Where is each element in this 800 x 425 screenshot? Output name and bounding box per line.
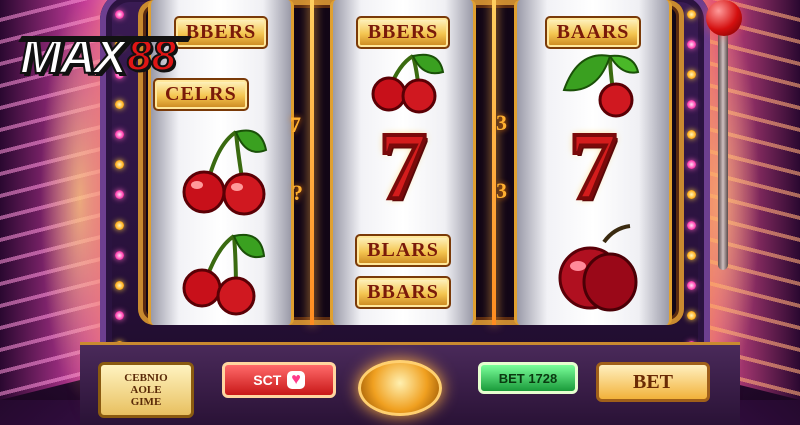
seven-icon: 7 [377, 112, 429, 219]
bet-button[interactable]: BET [596, 362, 710, 402]
right-bulb-column [684, 10, 698, 350]
bars-label: BBARS [355, 276, 451, 309]
spin-button[interactable] [358, 360, 442, 416]
slot-machine-scene: { "logo": { "brand": "MAX", "number": "8… [0, 0, 800, 425]
bulb [114, 100, 124, 110]
bars-label: BLARS [355, 234, 451, 267]
cherry-icon [371, 53, 445, 114]
bulb [686, 130, 696, 140]
bulb [686, 10, 696, 19]
red-select-button[interactable]: SCT ♥ [222, 362, 336, 398]
cherry-symbol-lower [151, 228, 291, 318]
reel-2-top-symbol: BBERS [333, 16, 473, 49]
bulb [686, 70, 696, 80]
bulb [114, 250, 124, 260]
bulb [114, 190, 124, 200]
reel-3: BAARS 7 [514, 0, 672, 325]
seven-icon: 7 [567, 112, 619, 219]
bulb [686, 220, 696, 230]
bars-label: BBERS [173, 16, 269, 49]
red-button-label: SCT [253, 372, 282, 388]
bulb [686, 160, 696, 170]
bars-label: BAARS [544, 16, 642, 49]
green-bet-button[interactable]: BET 1728 [478, 362, 578, 394]
cherry-icon [182, 129, 268, 216]
info-line: CEBNIO [124, 372, 168, 384]
payline-mark: 3 [496, 178, 507, 203]
cherry-icon [182, 234, 266, 316]
logo-slash [18, 36, 192, 42]
bulb [114, 130, 124, 140]
info-line: GIME [130, 396, 162, 408]
bulb [114, 310, 124, 320]
plum-icon [558, 224, 638, 312]
heart-icon: ♥ [287, 371, 305, 389]
reel-2-bar-symbol-lower: BBARS [333, 276, 473, 309]
game-info-plate: CEBNIO AOLE GIME [98, 362, 194, 418]
reel-divider [492, 0, 496, 325]
plum-symbol [517, 222, 669, 317]
cherry-symbol [151, 120, 291, 220]
bulb [686, 280, 696, 290]
bulb [686, 250, 696, 260]
cherry-icon [562, 54, 640, 118]
seven-symbol: 7 [517, 112, 669, 219]
bulb [114, 280, 124, 290]
payline-mark: ? [292, 180, 303, 205]
reel-3-top-symbol: BAARS [517, 16, 669, 49]
bulb [686, 190, 696, 200]
payline-mark: 7 [290, 112, 301, 137]
max88-logo: MAX 88 [18, 26, 192, 86]
payline-mark: 3 [496, 110, 507, 135]
bulb [114, 10, 124, 19]
info-line: AOLE [130, 384, 162, 396]
reel-2: BBERS 7 BLARS BBARS [330, 0, 476, 325]
bars-label: BBERS [355, 16, 451, 49]
reel-2-bar-symbol: BLARS [333, 234, 473, 267]
bulb [686, 310, 696, 320]
bulb [114, 220, 124, 230]
reel-divider [310, 0, 314, 325]
cherry-symbol [333, 50, 473, 115]
bulb [114, 160, 124, 170]
bulb [686, 40, 696, 50]
lever-rod[interactable] [718, 20, 728, 270]
seven-symbol: 7 [333, 112, 473, 219]
lever-knob[interactable] [706, 0, 742, 36]
cherry-symbol [517, 50, 669, 120]
bulb [686, 100, 696, 110]
